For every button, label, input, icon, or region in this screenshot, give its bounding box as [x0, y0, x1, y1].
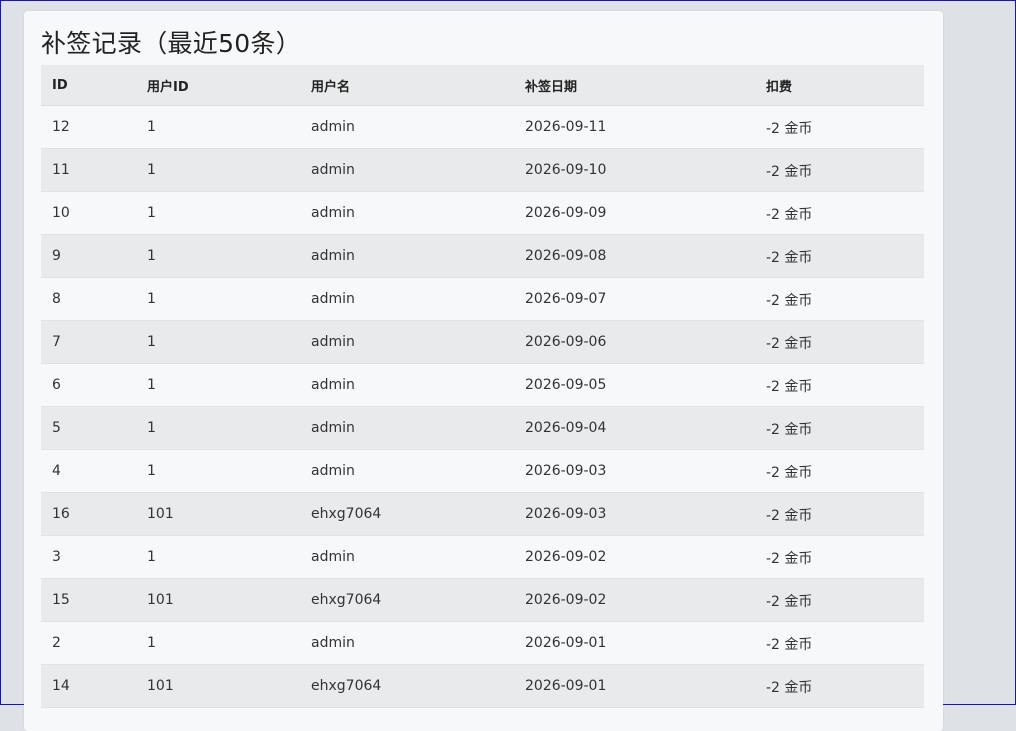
cell-makeup-date: 2026-09-01	[514, 621, 755, 665]
cell-makeup-date: 2026-09-08	[514, 234, 755, 278]
cell-makeup-date: 2026-09-03	[514, 492, 755, 536]
cell-username: admin	[300, 105, 514, 149]
table-row: 3 1 admin 2026-09-02 -2 金币	[41, 535, 924, 579]
column-header-id: ID	[41, 65, 136, 106]
cell-makeup-date: 2026-09-03	[514, 449, 755, 493]
header-row: ID 用户ID 用户名 补签日期 扣费	[41, 65, 924, 106]
cell-username: admin	[300, 363, 514, 407]
cell-id: 3	[41, 535, 136, 579]
cell-user-id: 1	[136, 191, 300, 235]
makeup-records-card: 补签记录（最近50条） ID 用户ID 用户名 补签日期 扣费 12 1 admin…	[24, 11, 943, 731]
table-row: 2 1 admin 2026-09-01 -2 金币	[41, 621, 924, 665]
table-row: 11 1 admin 2026-09-10 -2 金币	[41, 148, 924, 192]
cell-deduction: -2 金币	[755, 449, 924, 493]
cell-id: 7	[41, 320, 136, 364]
table-row: 14 101 ehxg7064 2026-09-01 -2 金币	[41, 664, 924, 708]
table-row: 5 1 admin 2026-09-04 -2 金币	[41, 406, 924, 450]
cell-user-id: 1	[136, 535, 300, 579]
cell-id: 12	[41, 105, 136, 149]
cell-username: admin	[300, 148, 514, 192]
cell-deduction: -2 金币	[755, 148, 924, 192]
cell-makeup-date: 2026-09-05	[514, 363, 755, 407]
cell-id: 11	[41, 148, 136, 192]
table-row: 12 1 admin 2026-09-11 -2 金币	[41, 105, 924, 149]
column-header-username: 用户名	[300, 65, 514, 106]
cell-user-id: 101	[136, 578, 300, 622]
cell-username: ehxg7064	[300, 664, 514, 708]
cell-makeup-date: 2026-09-04	[514, 406, 755, 450]
cell-user-id: 101	[136, 492, 300, 536]
cell-deduction: -2 金币	[755, 320, 924, 364]
cell-makeup-date: 2026-09-01	[514, 664, 755, 708]
cell-deduction: -2 金币	[755, 363, 924, 407]
cell-username: admin	[300, 535, 514, 579]
cell-deduction: -2 金币	[755, 492, 924, 536]
cell-deduction: -2 金币	[755, 664, 924, 708]
cell-id: 2	[41, 621, 136, 665]
cell-deduction: -2 金币	[755, 406, 924, 450]
cell-deduction: -2 金币	[755, 234, 924, 278]
table-row: 7 1 admin 2026-09-06 -2 金币	[41, 320, 924, 364]
cell-username: ehxg7064	[300, 578, 514, 622]
table-body: 12 1 admin 2026-09-11 -2 金币 11 1 admin 2026-09-1…	[41, 105, 924, 708]
cell-makeup-date: 2026-09-10	[514, 148, 755, 192]
table-row: 10 1 admin 2026-09-09 -2 金币	[41, 191, 924, 235]
cell-username: admin	[300, 191, 514, 235]
cell-username: admin	[300, 621, 514, 665]
column-header-deduction: 扣费	[755, 65, 924, 106]
cell-user-id: 1	[136, 148, 300, 192]
cell-user-id: 1	[136, 363, 300, 407]
cell-id: 15	[41, 578, 136, 622]
cell-deduction: -2 金币	[755, 105, 924, 149]
cell-user-id: 1	[136, 621, 300, 665]
cell-user-id: 1	[136, 320, 300, 364]
table-row: 9 1 admin 2026-09-08 -2 金币	[41, 234, 924, 278]
table-row: 6 1 admin 2026-09-05 -2 金币	[41, 363, 924, 407]
cell-deduction: -2 金币	[755, 191, 924, 235]
cell-username: admin	[300, 277, 514, 321]
table-row: 16 101 ehxg7064 2026-09-03 -2 金币	[41, 492, 924, 536]
cell-deduction: -2 金币	[755, 535, 924, 579]
cell-user-id: 1	[136, 234, 300, 278]
cell-makeup-date: 2026-09-09	[514, 191, 755, 235]
cell-id: 9	[41, 234, 136, 278]
cell-id: 10	[41, 191, 136, 235]
cell-id: 4	[41, 449, 136, 493]
cell-deduction: -2 金币	[755, 578, 924, 622]
column-header-makeup-date: 补签日期	[514, 65, 755, 106]
page-title: 补签记录（最近50条）	[41, 29, 302, 58]
cell-username: admin	[300, 234, 514, 278]
cell-user-id: 1	[136, 277, 300, 321]
cell-makeup-date: 2026-09-02	[514, 535, 755, 579]
cell-deduction: -2 金币	[755, 621, 924, 665]
cell-deduction: -2 金币	[755, 277, 924, 321]
cell-user-id: 1	[136, 449, 300, 493]
cell-makeup-date: 2026-09-07	[514, 277, 755, 321]
cell-username: admin	[300, 449, 514, 493]
cell-user-id: 1	[136, 406, 300, 450]
cell-username: admin	[300, 406, 514, 450]
table-header: ID 用户ID 用户名 补签日期 扣费	[41, 65, 924, 106]
cell-makeup-date: 2026-09-02	[514, 578, 755, 622]
cell-makeup-date: 2026-09-11	[514, 105, 755, 149]
cell-makeup-date: 2026-09-06	[514, 320, 755, 364]
cell-id: 14	[41, 664, 136, 708]
table-row: 15 101 ehxg7064 2026-09-02 -2 金币	[41, 578, 924, 622]
cell-id: 5	[41, 406, 136, 450]
cell-user-id: 1	[136, 105, 300, 149]
cell-id: 6	[41, 363, 136, 407]
cell-username: admin	[300, 320, 514, 364]
cell-user-id: 101	[136, 664, 300, 708]
table-row: 8 1 admin 2026-09-07 -2 金币	[41, 277, 924, 321]
column-header-user-id: 用户ID	[136, 65, 300, 106]
cell-id: 16	[41, 492, 136, 536]
cell-id: 8	[41, 277, 136, 321]
table-row: 4 1 admin 2026-09-03 -2 金币	[41, 449, 924, 493]
cell-username: ehxg7064	[300, 492, 514, 536]
makeup-records-table: ID 用户ID 用户名 补签日期 扣费 12 1 admin 2026-09-11 -2…	[41, 65, 924, 708]
